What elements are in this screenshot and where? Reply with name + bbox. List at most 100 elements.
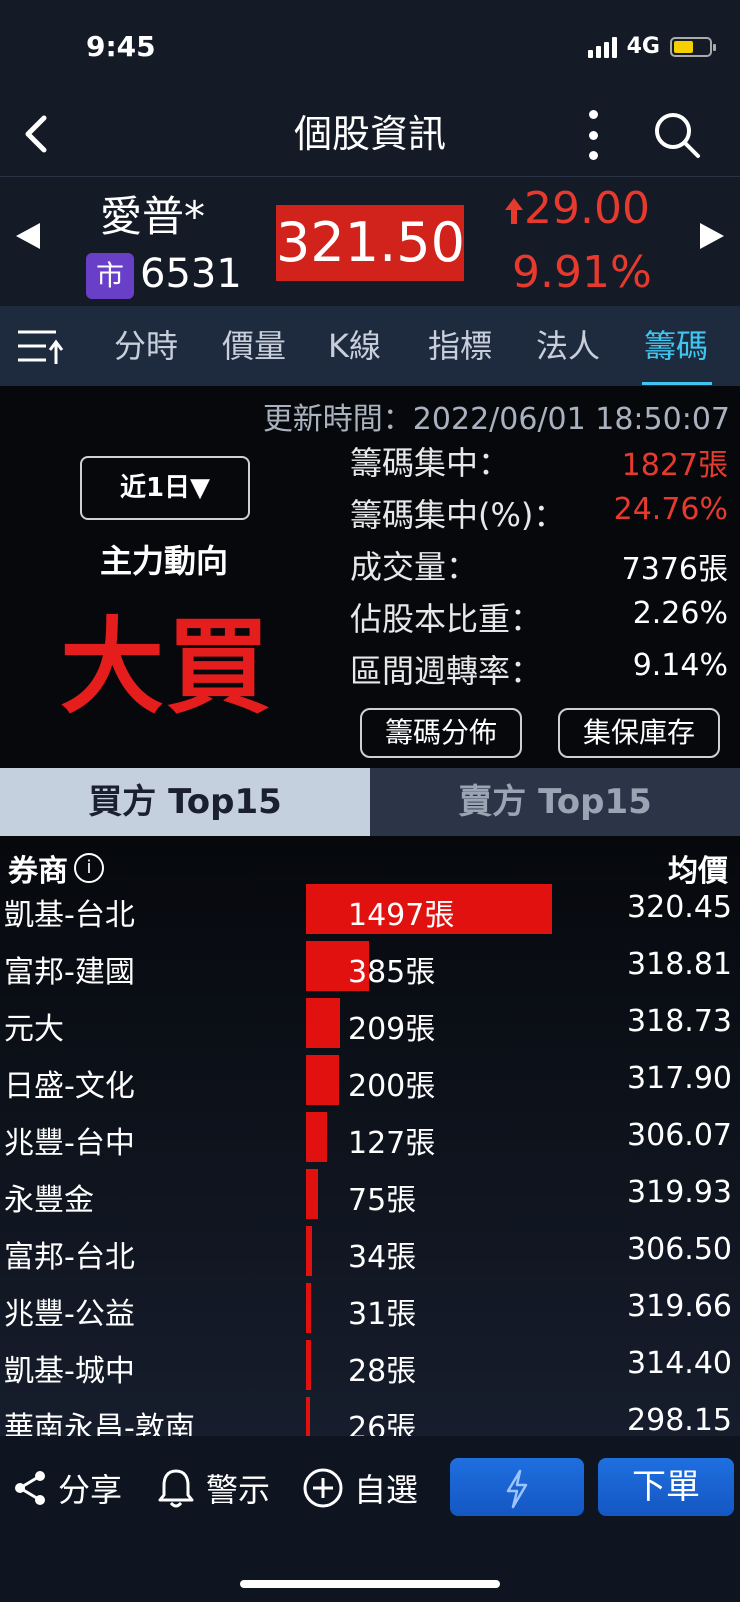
metric-value: 9.14% [632, 648, 728, 683]
buy-quantity: 200張 [348, 1069, 436, 1104]
metric-label: 佔股本比重： [350, 600, 543, 638]
more-options-button[interactable] [578, 110, 608, 160]
metric-value: 24.76% [613, 492, 728, 527]
volume-bar [306, 998, 340, 1048]
alert-button[interactable]: 警示 [156, 1458, 270, 1518]
add-watchlist-button[interactable]: 自選 [302, 1458, 418, 1518]
broker-name: 兆豐-公益 [4, 1297, 135, 1332]
tab-buy-top15[interactable]: 買方 Top15 [0, 768, 370, 836]
previous-stock-button[interactable] [16, 223, 40, 249]
average-price: 320.45 [627, 890, 732, 925]
list-item[interactable]: 永豐金 75張 319.93 [0, 1167, 740, 1223]
buy-quantity: 209張 [348, 1012, 436, 1047]
share-label: 分享 [58, 1471, 123, 1509]
tab-institutional[interactable]: 法人 [536, 326, 600, 366]
list-item[interactable]: 元大 209張 318.73 [0, 996, 740, 1052]
plus-circle-icon [303, 1468, 343, 1508]
buy-sell-tabs: 買方 Top15 賣方 Top15 [0, 768, 740, 836]
main-force-label: 主力動向 [99, 542, 228, 580]
chart-tab-bar: 分時 價量 K線 指標 法人 籌碼 [0, 306, 740, 386]
broker-name: 華南永昌-敦南 [4, 1411, 195, 1436]
buy-quantity: 34張 [348, 1240, 417, 1275]
next-stock-button[interactable] [700, 223, 724, 249]
battery-icon [670, 36, 716, 57]
buy-quantity: 26張 [348, 1411, 417, 1436]
list-item[interactable]: 凱基-城中 28張 314.40 [0, 1338, 740, 1394]
broker-list[interactable]: 券商 i 均價 凱基-台北 1497張 320.45 富邦-建國 385張 318.81 元… [0, 836, 740, 1436]
page-title: 個股資訊 [293, 112, 446, 156]
buy-quantity: 75張 [348, 1183, 417, 1218]
broker-name: 日盛-文化 [4, 1069, 135, 1104]
home-indicator [240, 1580, 500, 1588]
list-item[interactable]: 凱基-台北 1497張 320.45 [0, 882, 740, 938]
list-item[interactable]: 華南永昌-敦南 26張 298.15 [0, 1395, 740, 1436]
broker-name: 元大 [4, 1012, 64, 1047]
status-time: 9:45 [86, 30, 156, 63]
average-price: 319.66 [627, 1289, 732, 1324]
average-price: 319.93 [627, 1175, 732, 1210]
volume-bar [306, 1112, 327, 1162]
tab-indicators[interactable]: 指標 [428, 326, 492, 366]
signal-icon [587, 36, 617, 58]
buy-quantity: 385張 [348, 955, 436, 990]
app-header: 個股資訊 [0, 96, 740, 176]
buy-quantity: 31張 [348, 1297, 417, 1332]
status-bar: 9:45 4G [0, 0, 740, 96]
buy-quantity: 1497張 [348, 898, 455, 933]
stock-price: 321.50 [276, 205, 465, 281]
volume-bar [306, 1226, 312, 1276]
broker-name: 富邦-台北 [4, 1240, 135, 1275]
stock-name: 愛普* [100, 192, 206, 241]
buy-quantity: 127張 [348, 1126, 436, 1161]
place-order-button[interactable]: 下單 [598, 1458, 734, 1516]
quick-order-button[interactable] [450, 1458, 584, 1516]
list-item[interactable]: 兆豐-公益 31張 319.66 [0, 1281, 740, 1337]
tab-price-volume[interactable]: 價量 [222, 326, 286, 366]
metric-value: 2.26% [632, 596, 728, 631]
metric-label: 籌碼集中(%)： [350, 496, 566, 534]
active-tab-indicator [642, 382, 712, 385]
metric-label: 籌碼集中： [350, 444, 511, 482]
average-price: 306.50 [627, 1232, 732, 1267]
custody-inventory-button[interactable]: 集保庫存 [558, 708, 720, 758]
search-icon [655, 113, 700, 158]
share-button[interactable]: 分享 [12, 1458, 122, 1518]
share-icon [15, 1471, 45, 1505]
average-price: 314.40 [627, 1346, 732, 1381]
tab-intraday[interactable]: 分時 [114, 326, 178, 366]
list-item[interactable]: 富邦-台北 34張 306.50 [0, 1224, 740, 1280]
average-price: 306.07 [627, 1118, 732, 1153]
info-icon[interactable]: i [74, 853, 104, 883]
tab-kline[interactable]: K線 [328, 326, 381, 366]
main-force-trend: 大買 [59, 606, 272, 728]
price-change-percent: 9.91% [512, 247, 652, 298]
tab-chips[interactable]: 籌碼 [644, 326, 708, 366]
bottom-action-bar: 分享 警示 自選 下單 [0, 1436, 740, 1602]
volume-bar [306, 1169, 318, 1219]
list-item[interactable]: 日盛-文化 200張 317.90 [0, 1053, 740, 1109]
alert-label: 警示 [206, 1471, 271, 1509]
search-button[interactable] [652, 110, 702, 160]
broker-name: 永豐金 [4, 1183, 94, 1218]
price-change: 29.00 [504, 183, 650, 234]
sort-menu-button[interactable] [16, 326, 64, 366]
volume-bar [306, 1283, 311, 1333]
list-item[interactable]: 兆豐-台中 127張 306.07 [0, 1110, 740, 1166]
stock-code: 6531 [140, 251, 242, 297]
metric-value: 7376張 [621, 552, 728, 587]
broker-name: 兆豐-台中 [4, 1126, 135, 1161]
network-type: 4G [626, 34, 660, 59]
more-vertical-icon [588, 110, 598, 119]
metric-value: 1827張 [621, 448, 728, 483]
average-price: 317.90 [627, 1061, 732, 1096]
update-time: 更新時間：2022/06/01 18:50:07 [262, 402, 730, 437]
price-change-value: 29.00 [524, 183, 650, 234]
period-dropdown[interactable]: 近1日▼ [80, 456, 250, 520]
buy-quantity: 28張 [348, 1354, 417, 1389]
list-item[interactable]: 富邦-建國 385張 318.81 [0, 939, 740, 995]
broker-name: 凱基-台北 [4, 898, 135, 933]
volume-bar [306, 1397, 310, 1436]
market-badge: 市 [86, 253, 134, 299]
tab-sell-top15[interactable]: 賣方 Top15 [370, 768, 740, 836]
chip-distribution-button[interactable]: 籌碼分佈 [360, 708, 522, 758]
